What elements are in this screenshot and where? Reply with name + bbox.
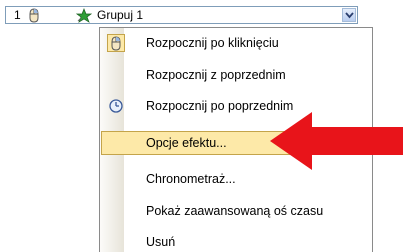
red-arrow-icon	[270, 112, 403, 170]
effect-name: Grupuj 1	[97, 8, 144, 22]
menu-item-label: Chronometraż...	[146, 172, 236, 186]
menu-item-label: Opcje efektu...	[146, 136, 227, 150]
menu-item-label: Rozpocznij po kliknięciu	[146, 36, 279, 50]
menu-item-label: Rozpocznij z poprzednim	[146, 68, 286, 82]
menu-item-label: Usuń	[146, 235, 176, 249]
chevron-down-icon	[345, 12, 354, 19]
menu-item-show-advanced-timeline[interactable]: Pokaż zaawansowaną oś czasu	[101, 199, 371, 223]
animation-list-row[interactable]: 1 Grupuj 1	[5, 6, 358, 24]
menu-item-start-with-previous[interactable]: Rozpocznij z poprzednim	[101, 63, 371, 87]
effect-order-number: 1	[14, 8, 21, 22]
dropdown-button[interactable]	[342, 8, 356, 22]
mouse-icon	[26, 7, 42, 23]
menu-item-label: Pokaż zaawansowaną oś czasu	[146, 204, 324, 218]
menu-item-remove[interactable]: Usuń	[101, 230, 371, 252]
mouse-icon	[107, 34, 125, 52]
clock-icon	[107, 97, 125, 115]
star-effect-icon	[75, 8, 93, 23]
menu-item-start-on-click[interactable]: Rozpocznij po kliknięciu	[101, 31, 371, 55]
menu-item-timing[interactable]: Chronometraż...	[101, 167, 371, 191]
